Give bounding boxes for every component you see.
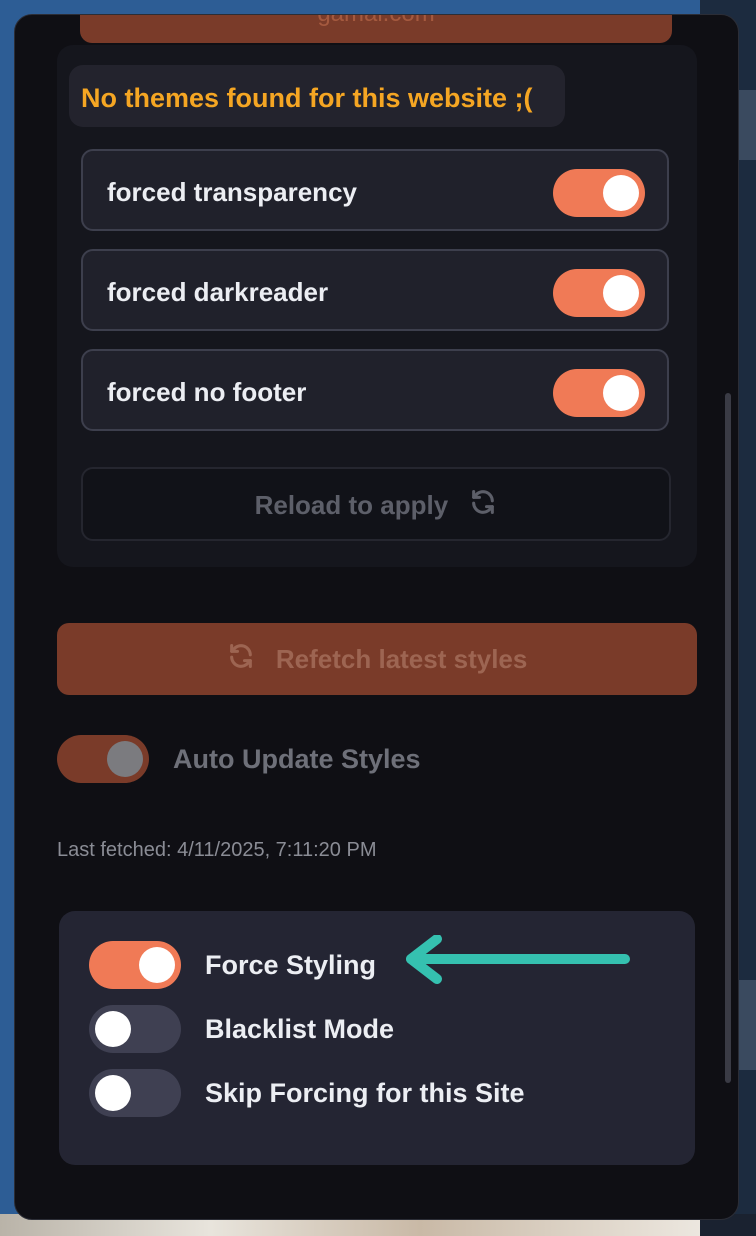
background-band	[738, 90, 756, 160]
skip-forcing-toggle[interactable]	[89, 1069, 181, 1117]
annotation-arrow-icon	[403, 934, 643, 1000]
forced-darkreader-toggle[interactable]	[553, 269, 645, 317]
force-styling-label: Force Styling	[205, 950, 377, 980]
auto-update-toggle[interactable]	[57, 735, 149, 783]
toggle-knob	[95, 1075, 131, 1111]
toggle-knob	[95, 1011, 131, 1047]
last-fetched-text: Last fetched: 4/11/2025, 7:11:20 PM	[57, 839, 377, 861]
refresh-icon	[469, 471, 497, 543]
option-row-forced-darkreader: forced darkreader	[81, 249, 669, 331]
option-row-forced-transparency: forced transparency	[81, 149, 669, 231]
scrollbar[interactable]	[725, 393, 731, 1083]
option-label: forced transparency	[107, 177, 357, 207]
skip-forcing-label: Skip Forcing for this Site	[205, 1078, 525, 1108]
site-button[interactable]: gamal.com	[80, 15, 672, 43]
auto-update-label: Auto Update Styles	[173, 744, 421, 774]
refetch-label: Refetch latest styles	[275, 644, 528, 674]
force-styling-toggle[interactable]	[89, 941, 181, 989]
toggle-knob	[107, 741, 143, 777]
option-label: forced no footer	[107, 377, 307, 407]
refresh-icon	[227, 625, 255, 697]
toggle-knob	[603, 375, 639, 411]
background-band	[738, 980, 756, 1070]
toggle-knob	[603, 175, 639, 211]
forced-no-footer-toggle[interactable]	[553, 369, 645, 417]
extension-popup: gamal.com No themes found for this websi…	[14, 14, 739, 1220]
no-themes-message: No themes found for this website ;(	[69, 65, 565, 127]
forced-transparency-toggle[interactable]	[553, 169, 645, 217]
reload-label: Reload to apply	[254, 490, 449, 520]
refetch-latest-styles-button[interactable]: Refetch latest styles	[57, 623, 697, 695]
reload-to-apply-button[interactable]: Reload to apply	[81, 467, 671, 541]
blacklist-mode-label: Blacklist Mode	[205, 1014, 395, 1044]
toggle-knob	[139, 947, 175, 983]
toggle-knob	[603, 275, 639, 311]
option-row-forced-no-footer: forced no footer	[81, 349, 669, 431]
option-label: forced darkreader	[107, 277, 329, 307]
blacklist-mode-toggle[interactable]	[89, 1005, 181, 1053]
